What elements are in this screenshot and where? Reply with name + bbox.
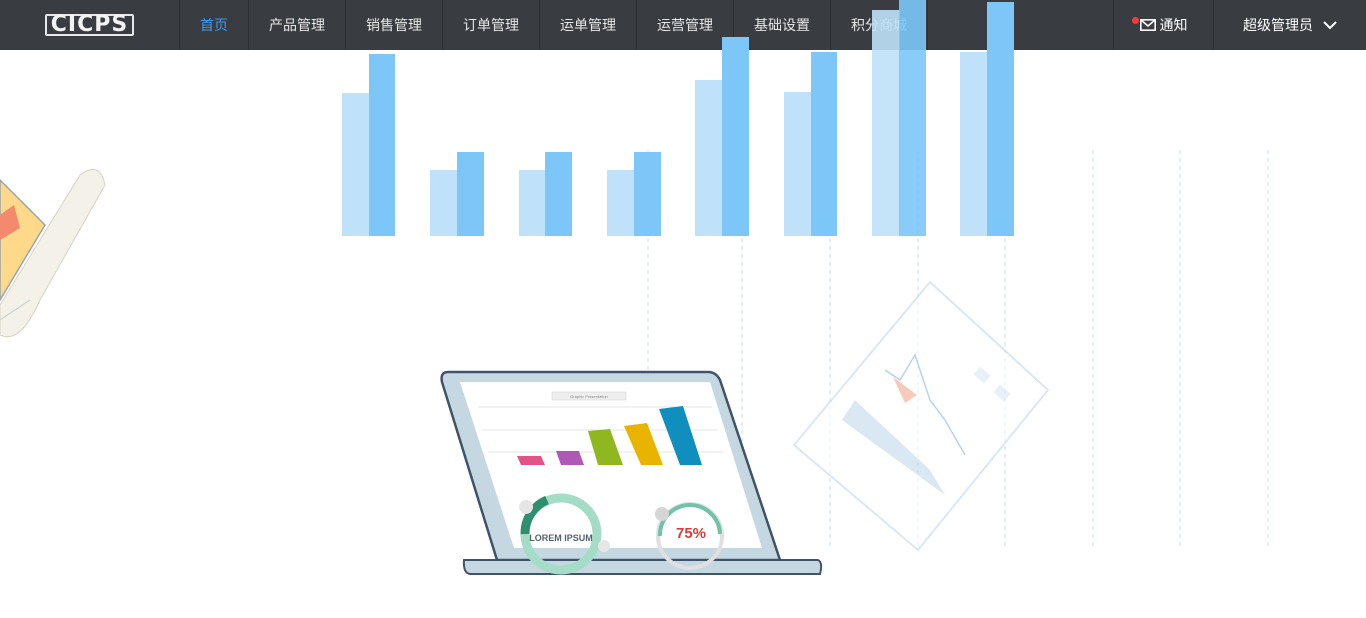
dashboard-illustration: Graphic Presentation LOREM IPSUM 75% xyxy=(0,0,1269,575)
report-paper xyxy=(792,280,1050,552)
guide-lines xyxy=(647,150,1269,550)
nav-item-sales[interactable]: 销售管理 xyxy=(346,0,443,50)
logo-text: CICPS xyxy=(44,14,135,36)
laptop-chart-title: Graphic Presentation xyxy=(570,394,608,399)
user-menu[interactable]: 超级管理员 xyxy=(1213,0,1366,50)
header-right: 通知 超级管理员 xyxy=(1113,0,1366,50)
notify-label: 通知 xyxy=(1159,18,1188,34)
laptop-illustration: Graphic Presentation LOREM IPSUM 75% xyxy=(440,370,823,575)
nav-item-settings[interactable]: 基础设置 xyxy=(734,0,831,50)
top-navbar: CICPS 首页 产品管理 销售管理 订单管理 运单管理 运营管理 基础设置 积… xyxy=(0,0,1366,50)
nav-item-products[interactable]: 产品管理 xyxy=(249,0,346,50)
gauge-value: 75% xyxy=(676,525,706,542)
nav-item-operations[interactable]: 运营管理 xyxy=(637,0,734,50)
chevron-down-icon xyxy=(1323,20,1337,29)
mail-icon xyxy=(1139,19,1156,31)
nav-item-home[interactable]: 首页 xyxy=(180,0,249,50)
nav-item-points-mall[interactable]: 积分商城 xyxy=(831,0,928,50)
document-illustration-left xyxy=(0,168,106,338)
notification-dot xyxy=(1132,17,1139,24)
user-name: 超级管理员 xyxy=(1243,18,1313,34)
logo[interactable]: CICPS xyxy=(0,0,180,50)
nav-item-waybills[interactable]: 运单管理 xyxy=(540,0,637,50)
notify-button[interactable]: 通知 xyxy=(1113,0,1213,50)
nav-item-orders[interactable]: 订单管理 xyxy=(443,0,540,50)
donut-label: LOREM IPSUM xyxy=(529,533,593,543)
main-nav: 首页 产品管理 销售管理 订单管理 运单管理 运营管理 基础设置 积分商城 xyxy=(180,0,928,50)
